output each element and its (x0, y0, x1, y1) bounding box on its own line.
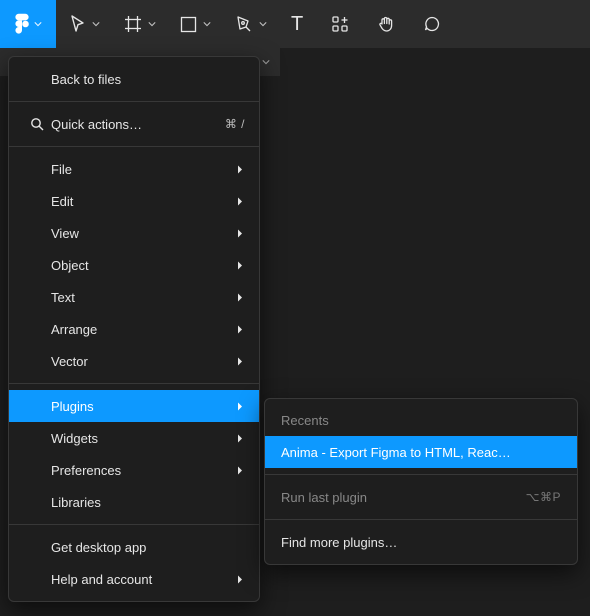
pen-tool-icon (235, 15, 253, 33)
toolbar: T (0, 0, 590, 48)
chevron-down-icon (34, 20, 42, 28)
menu-plugins[interactable]: · Plugins (9, 390, 259, 422)
chevron-right-icon (235, 293, 245, 302)
chevron-right-icon (235, 402, 245, 411)
menu-vector[interactable]: · Vector (9, 345, 259, 377)
text-tool[interactable]: T (277, 0, 317, 48)
menu-item-label: Text (51, 290, 235, 305)
chevron-right-icon (235, 165, 245, 174)
search-icon (23, 117, 51, 131)
menu-file[interactable]: · File (9, 153, 259, 185)
submenu-recents-header: Recents (265, 405, 577, 436)
figma-logo-icon (14, 13, 30, 35)
submenu-run-last-plugin[interactable]: Run last plugin ⌥⌘P (265, 481, 577, 513)
menu-quick-actions[interactable]: Quick actions… ⌘ / (9, 108, 259, 140)
resources-tool-icon (331, 15, 349, 33)
menu-item-label: Edit (51, 194, 235, 209)
menu-item-label: Quick actions… (51, 117, 225, 132)
menu-separator (9, 524, 259, 525)
chevron-right-icon (235, 434, 245, 443)
menu-object[interactable]: · Object (9, 249, 259, 281)
main-menu-button[interactable] (0, 0, 56, 48)
chevron-right-icon (235, 325, 245, 334)
menu-item-label: Help and account (51, 572, 235, 587)
menu-preferences[interactable]: · Preferences (9, 454, 259, 486)
chevron-right-icon (235, 575, 245, 584)
menu-item-label: Libraries (51, 495, 245, 510)
menu-item-label: Object (51, 258, 235, 273)
comment-tool[interactable] (409, 0, 455, 48)
menu-item-label: File (51, 162, 235, 177)
menu-separator (9, 146, 259, 147)
menu-item-label: Plugins (51, 399, 235, 414)
menu-item-label: View (51, 226, 235, 241)
hand-tool[interactable] (363, 0, 409, 48)
submenu-recent-anima[interactable]: Anima - Export Figma to HTML, Reac… (265, 436, 577, 468)
comment-tool-icon (423, 15, 441, 33)
menu-text[interactable]: · Text (9, 281, 259, 313)
rectangle-tool-icon (180, 16, 197, 33)
menu-item-label: Run last plugin (281, 490, 526, 505)
menu-item-label: Back to files (51, 72, 245, 87)
menu-arrange[interactable]: · Arrange (9, 313, 259, 345)
menu-get-desktop[interactable]: · Get desktop app (9, 531, 259, 563)
menu-separator (9, 383, 259, 384)
menu-item-label: Anima - Export Figma to HTML, Reac… (281, 445, 561, 460)
chevron-down-icon (148, 20, 156, 28)
move-tool-icon (70, 15, 86, 33)
chevron-right-icon (235, 261, 245, 270)
pen-tool[interactable] (221, 0, 277, 48)
hand-tool-icon (377, 15, 395, 33)
menu-item-label: Widgets (51, 431, 235, 446)
main-menu: · Back to files Quick actions… ⌘ / · Fil… (8, 56, 260, 602)
frame-tool[interactable] (110, 0, 166, 48)
menu-item-label: Vector (51, 354, 235, 369)
chevron-down-icon (259, 20, 267, 28)
plugins-submenu: Recents Anima - Export Figma to HTML, Re… (264, 398, 578, 565)
menu-item-label: Find more plugins… (281, 535, 561, 550)
move-tool[interactable] (56, 0, 110, 48)
menu-separator (265, 474, 577, 475)
frame-tool-icon (124, 15, 142, 33)
menu-item-label: Arrange (51, 322, 235, 337)
chevron-right-icon (235, 197, 245, 206)
menu-libraries[interactable]: · Libraries (9, 486, 259, 518)
menu-item-shortcut: ⌘ / (225, 117, 245, 131)
chevron-down-icon (203, 20, 211, 28)
menu-back-to-files[interactable]: · Back to files (9, 63, 259, 95)
menu-help[interactable]: · Help and account (9, 563, 259, 595)
menu-view[interactable]: · View (9, 217, 259, 249)
menu-item-label: Preferences (51, 463, 235, 478)
menu-separator (265, 519, 577, 520)
chevron-down-icon (92, 20, 100, 28)
chevron-right-icon (235, 466, 245, 475)
text-tool-icon: T (291, 13, 303, 36)
submenu-find-more-plugins[interactable]: Find more plugins… (265, 526, 577, 558)
chevron-down-icon (262, 58, 270, 66)
shape-tool[interactable] (166, 0, 221, 48)
menu-separator (9, 101, 259, 102)
chevron-right-icon (235, 229, 245, 238)
menu-edit[interactable]: · Edit (9, 185, 259, 217)
menu-item-shortcut: ⌥⌘P (526, 490, 561, 504)
menu-item-label: Get desktop app (51, 540, 245, 555)
menu-widgets[interactable]: · Widgets (9, 422, 259, 454)
resources-tool[interactable] (317, 0, 363, 48)
chevron-right-icon (235, 357, 245, 366)
